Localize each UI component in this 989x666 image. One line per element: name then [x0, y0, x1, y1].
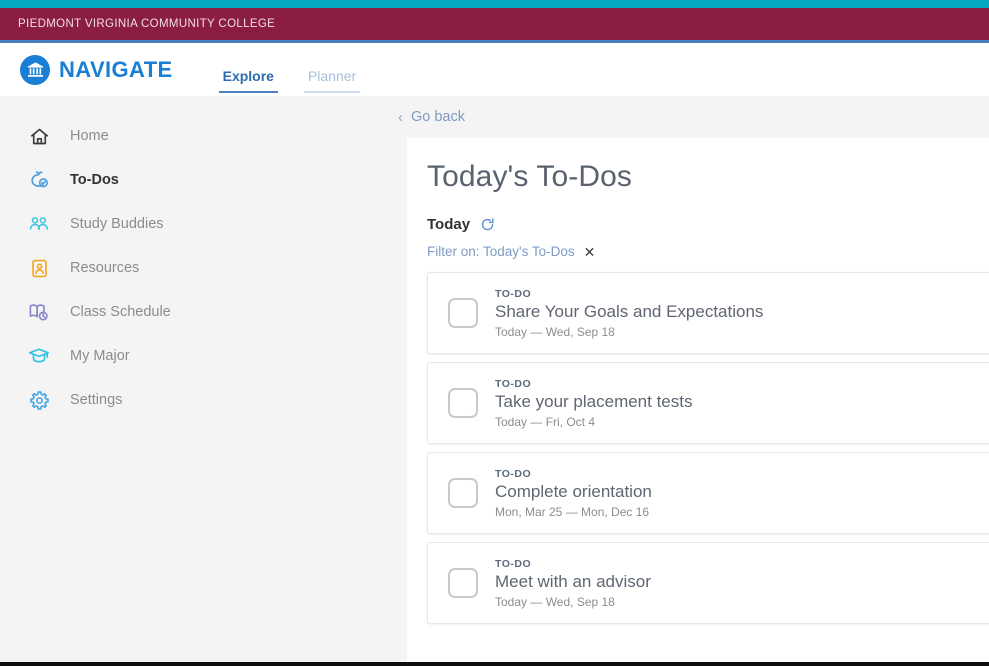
institution-band: PIEDMONT VIRGINIA COMMUNITY COLLEGE: [0, 8, 989, 40]
todo-title: Complete orientation: [495, 481, 652, 501]
refresh-icon[interactable]: [479, 216, 496, 233]
page-title: Today's To-Dos: [427, 160, 632, 193]
todo-checkbox[interactable]: [448, 478, 478, 508]
todo-checkbox[interactable]: [448, 388, 478, 418]
sidebar-label-my-major: My Major: [70, 348, 130, 364]
todo-kicker: TO-DO: [495, 467, 532, 480]
brand-logo[interactable]: NAVIGATE: [0, 54, 173, 85]
filter-label: Filter on: Today's To-Dos: [427, 244, 575, 259]
todo-title: Meet with an advisor: [495, 571, 651, 591]
go-back-button[interactable]: ‹ Go back: [390, 96, 465, 138]
graduation-cap-icon: [26, 343, 52, 369]
book-clock-icon: [26, 299, 52, 325]
filter-chip: Filter on: Today's To-Dos ✕: [427, 244, 989, 259]
gear-icon: [26, 387, 52, 413]
section-header: Today: [427, 216, 989, 233]
todo-checkbox[interactable]: [448, 298, 478, 328]
sidebar-label-home: Home: [70, 128, 109, 144]
todo-dates: Today — Fri, Oct 4: [495, 414, 596, 429]
todo-card[interactable]: TO-DO Share Your Goals and Expectations …: [427, 272, 989, 354]
todo-dates: Today — Wed, Sep 18: [495, 324, 615, 339]
todo-check-icon: [26, 167, 52, 193]
sidebar-label-study-buddies: Study Buddies: [70, 216, 164, 232]
todo-card[interactable]: TO-DO Meet with an advisor Today — Wed, …: [427, 542, 989, 624]
sidebar-item-home[interactable]: Home: [0, 114, 390, 158]
sidebar-label-to-dos: To-Dos: [70, 172, 119, 188]
todo-title: Share Your Goals and Expectations: [495, 301, 764, 321]
sidebar-item-settings[interactable]: Settings: [0, 378, 390, 422]
university-building-icon: [20, 54, 50, 85]
todo-title: Take your placement tests: [495, 391, 693, 411]
app-header: NAVIGATE Explore Planner: [0, 43, 989, 96]
tab-planner[interactable]: Planner: [303, 68, 361, 93]
tab-explore[interactable]: Explore: [218, 68, 278, 93]
sidebar-label-class-schedule: Class Schedule: [70, 304, 171, 320]
todo-card[interactable]: TO-DO Complete orientation Mon, Mar 25 —…: [427, 452, 989, 534]
section-label-today: Today: [427, 216, 471, 233]
todo-kicker: TO-DO: [495, 287, 532, 300]
app-root: PIEDMONT VIRGINIA COMMUNITY COLLEGE NAVI…: [0, 0, 989, 666]
todo-kicker: TO-DO: [495, 557, 532, 570]
sidebar-label-resources: Resources: [70, 260, 140, 276]
todo-card[interactable]: TO-DO Take your placement tests Today — …: [427, 362, 989, 444]
todo-checkbox[interactable]: [448, 568, 478, 598]
todo-text-block: TO-DO Take your placement tests Today — …: [495, 378, 692, 429]
todo-kicker: TO-DO: [495, 377, 532, 390]
top-accent-strip: [0, 0, 989, 8]
todo-dates: Mon, Mar 25 — Mon, Dec 16: [495, 504, 650, 519]
sidebar-item-study-buddies[interactable]: Study Buddies: [0, 202, 390, 246]
main-content: ‹ Go back Today's To-Dos Today Filter on…: [390, 96, 989, 666]
todo-text-block: TO-DO Meet with an advisor Today — Wed, …: [495, 558, 651, 609]
sidebar-item-my-major[interactable]: My Major: [0, 334, 390, 378]
chevron-left-icon: ‹: [398, 108, 403, 126]
sidebar-item-to-dos[interactable]: To-Dos: [0, 158, 390, 202]
todo-dates: Today — Wed, Sep 18: [495, 594, 615, 609]
sidebar-nav: Home To-Dos Study Buddies Resources Clas…: [0, 96, 390, 666]
bottom-edge-bar: [0, 662, 989, 666]
home-icon: [26, 123, 52, 149]
sidebar-item-class-schedule[interactable]: Class Schedule: [0, 290, 390, 334]
sidebar-label-settings: Settings: [70, 392, 123, 408]
body-region: Home To-Dos Study Buddies Resources Clas…: [0, 96, 989, 666]
people-icon: [26, 211, 52, 237]
id-card-icon: [26, 255, 52, 281]
close-x-icon[interactable]: ✕: [584, 245, 596, 259]
todo-text-block: TO-DO Complete orientation Mon, Mar 25 —…: [495, 468, 652, 519]
header-tabs: Explore Planner: [218, 47, 387, 93]
go-back-label: Go back: [411, 109, 465, 125]
brand-name: NAVIGATE: [59, 56, 173, 82]
institution-name: PIEDMONT VIRGINIA COMMUNITY COLLEGE: [18, 18, 276, 30]
todo-card-list: TO-DO Share Your Goals and Expectations …: [427, 272, 989, 624]
todos-panel: Today's To-Dos Today Filter on: Today's …: [407, 138, 989, 666]
sidebar-item-resources[interactable]: Resources: [0, 246, 390, 290]
todo-text-block: TO-DO Share Your Goals and Expectations …: [495, 288, 763, 339]
